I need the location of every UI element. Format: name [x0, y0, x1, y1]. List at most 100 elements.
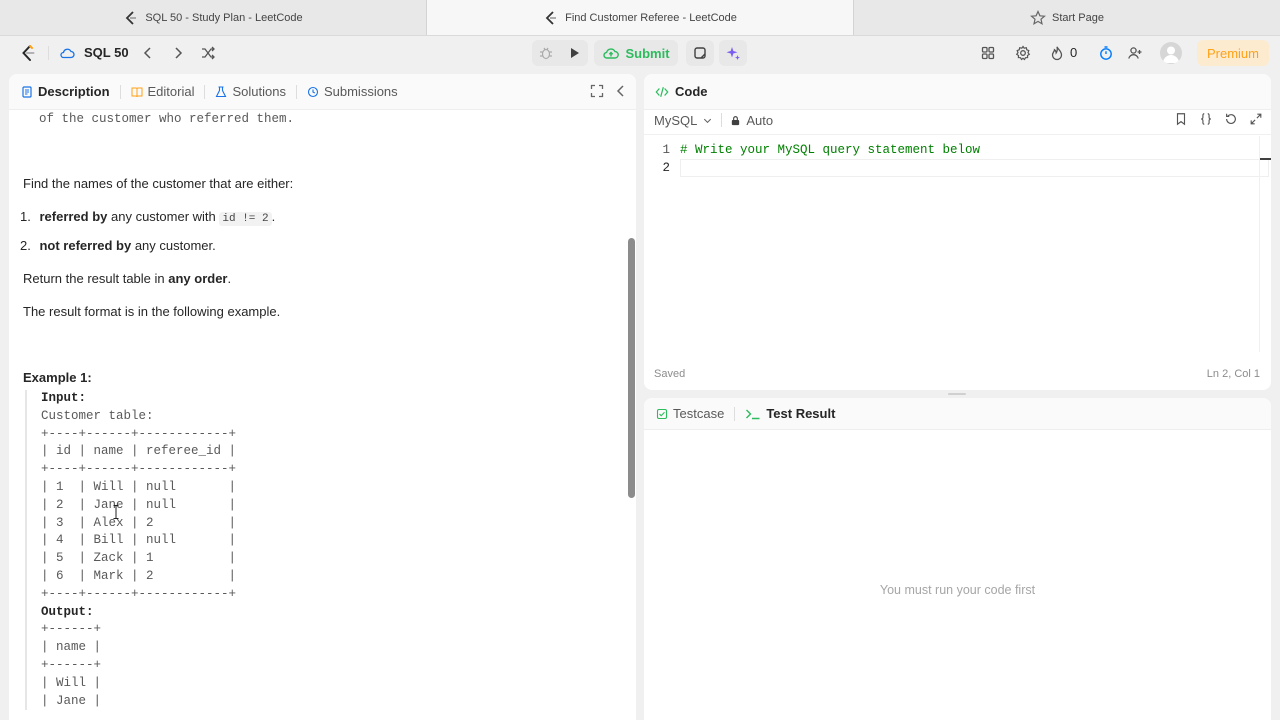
divider: [48, 46, 49, 60]
shuffle-icon[interactable]: [200, 45, 216, 61]
avatar[interactable]: [1160, 42, 1182, 64]
expand-icon[interactable]: [589, 83, 605, 99]
example-line: | name |: [41, 640, 102, 655]
run-icon[interactable]: [560, 40, 588, 66]
leetcode-icon: [543, 10, 559, 26]
scrollbar[interactable]: [628, 238, 635, 498]
tab-description-label: Description: [38, 84, 110, 99]
text-cursor-icon: [113, 505, 119, 519]
premium-button[interactable]: Premium: [1197, 40, 1269, 66]
condition-bold: not referred by: [39, 238, 132, 253]
chevron-right-icon[interactable]: [170, 45, 186, 61]
format-braces-icon[interactable]: [1199, 112, 1213, 126]
chevron-down-icon: [702, 115, 713, 126]
layout-icon[interactable]: [980, 45, 996, 61]
example-line: +------+: [41, 657, 102, 672]
code-panel-header: Code: [644, 74, 1271, 110]
tab-testcase[interactable]: Testcase: [646, 398, 734, 430]
collapse-panel-icon[interactable]: [613, 83, 629, 99]
editor-scrollbar[interactable]: [1259, 136, 1271, 352]
code-icon: [654, 85, 670, 99]
format-text: The result format is in the following ex…: [23, 304, 281, 319]
empty-result-message: You must run your code first: [879, 583, 1036, 597]
debug-icon[interactable]: [532, 40, 560, 66]
panel-resize-handle[interactable]: [948, 393, 966, 395]
condition-text: any customer with: [107, 209, 220, 224]
example-line: | 1 | Will | null |: [41, 479, 237, 494]
tab-test-result[interactable]: Test Result: [735, 398, 845, 430]
editor-toolbar: MySQL Auto: [644, 106, 1271, 134]
tab-code[interactable]: Code: [644, 74, 718, 110]
cloud-icon: [59, 45, 75, 61]
add-user-icon[interactable]: [1127, 45, 1143, 61]
fullscreen-icon[interactable]: [1249, 112, 1263, 126]
description-tabs: Description Editorial Solutions Submissi…: [9, 74, 636, 110]
line-number: 1: [662, 143, 670, 157]
overview-marker: [1260, 158, 1271, 160]
code-comment: # Write your MySQL query statement below: [680, 143, 981, 157]
browser-tab-find-customer[interactable]: Find Customer Referee - LeetCode: [427, 0, 854, 35]
bookmark-icon[interactable]: [1174, 112, 1188, 126]
result-panel: Testcase Test Result You must run your c…: [644, 398, 1271, 720]
example-line: Customer table:: [41, 408, 154, 423]
return-pre: Return the result table in: [23, 271, 169, 286]
timer-icon[interactable]: [1098, 45, 1114, 61]
history-icon: [307, 86, 319, 98]
tab-description[interactable]: Description: [19, 74, 120, 110]
tab-editorial-label: Editorial: [147, 84, 195, 99]
submit-button[interactable]: Submit: [594, 40, 678, 66]
condition-item-2: 2. not referred by any customer.: [20, 237, 216, 255]
tab-editorial[interactable]: Editorial: [121, 74, 205, 110]
example-line: | 5 | Zack | 1 |: [41, 551, 237, 566]
code-line-active[interactable]: 2: [644, 159, 1271, 177]
example-line: | 3 | Alex | 2 |: [41, 515, 237, 530]
browser-tab-title: Find Customer Referee - LeetCode: [565, 11, 737, 24]
auto-mode[interactable]: Auto: [730, 113, 773, 128]
language-select[interactable]: MySQL: [654, 113, 713, 128]
tab-submissions-label: Submissions: [323, 84, 398, 99]
example-line: | Will |: [41, 675, 102, 690]
study-plan-title[interactable]: SQL 50: [84, 45, 129, 60]
line-number: 2: [662, 161, 670, 175]
condition-bold: referred by: [39, 209, 108, 224]
flask-icon: [215, 85, 227, 98]
note-button[interactable]: [686, 40, 714, 66]
browser-tab-title: Start Page: [1052, 11, 1104, 24]
example-line: +----+------+------------+: [41, 586, 237, 601]
star-icon: [1030, 9, 1046, 26]
example-line: +----+------+------------+: [41, 462, 237, 477]
example-line: | 4 | Bill | null |: [41, 533, 237, 548]
browser-tab-study-plan[interactable]: SQL 50 - Study Plan - LeetCode: [0, 0, 427, 35]
tab-submissions[interactable]: Submissions: [297, 74, 408, 110]
leetcode-logo-icon[interactable]: [19, 44, 37, 62]
browser-tab-start-page[interactable]: Start Page: [854, 0, 1280, 35]
tab-test-result-label: Test Result: [766, 406, 836, 421]
active-line-highlight: [680, 159, 1269, 177]
gear-icon[interactable]: [1015, 45, 1031, 61]
streak-count: 0: [1070, 45, 1078, 60]
ai-button[interactable]: [719, 40, 747, 66]
reset-icon[interactable]: [1224, 112, 1238, 126]
description-find-text: Find the names of the customer that are …: [23, 176, 294, 191]
document-icon: [21, 85, 33, 98]
submit-label: Submit: [625, 45, 670, 61]
auto-label: Auto: [746, 112, 774, 128]
tab-solutions[interactable]: Solutions: [205, 74, 295, 110]
code-line[interactable]: 1 # Write your MySQL query statement bel…: [644, 141, 1271, 159]
condition-item-1: 1. referred by any customer with id != 2…: [20, 208, 275, 228]
code-title: Code: [675, 84, 708, 99]
inline-code: id != 2: [219, 212, 272, 226]
divider: [721, 113, 723, 127]
flame-icon[interactable]: [1049, 45, 1065, 61]
result-tabs: Testcase Test Result: [644, 398, 1271, 430]
code-panel: Code MySQL Auto 1 # Write your MySQL que…: [644, 74, 1271, 390]
tab-testcase-label: Testcase: [673, 406, 725, 421]
cloud-upload-icon: [602, 45, 620, 61]
browser-tab-title: SQL 50 - Study Plan - LeetCode: [145, 11, 303, 24]
example-line: Output:: [41, 604, 94, 619]
example-line: Input:: [41, 391, 87, 405]
language-label: MySQL: [654, 112, 698, 128]
chevron-left-icon[interactable]: [140, 45, 156, 61]
example-line: | Jane |: [41, 693, 102, 708]
premium-label: Premium: [1206, 45, 1259, 61]
